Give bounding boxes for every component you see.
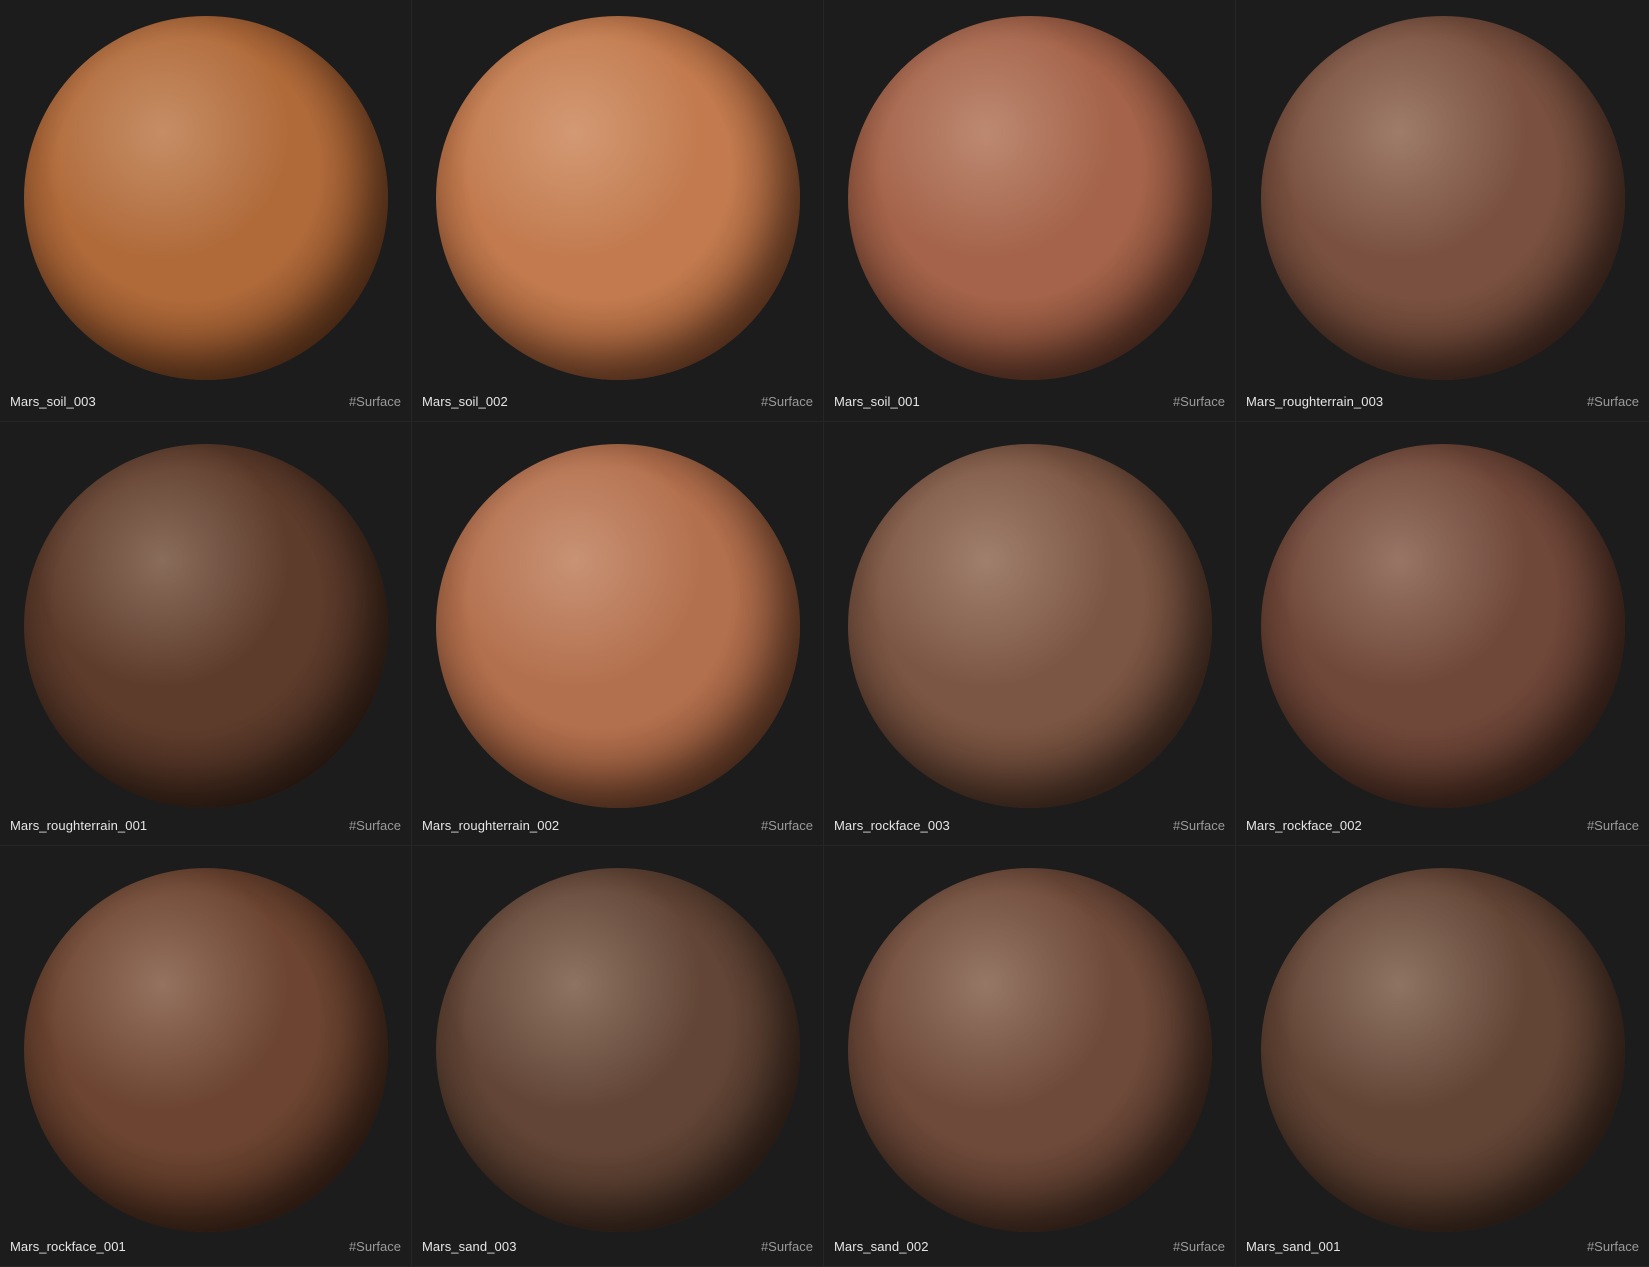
material-preview-sphere <box>23 444 388 808</box>
material-card[interactable]: Mars_sand_001 #Surface <box>1236 846 1649 1267</box>
material-card[interactable]: Mars_roughterrain_003 #Surface <box>1236 0 1649 422</box>
material-name: Mars_rockface_003 <box>834 818 950 833</box>
material-card[interactable]: Mars_soil_002 #Surface <box>412 0 824 422</box>
material-name: Mars_roughterrain_002 <box>422 818 560 833</box>
material-preview-sphere <box>23 868 388 1232</box>
material-name: Mars_rockface_002 <box>1246 818 1362 833</box>
material-preview-sphere <box>435 16 800 380</box>
material-name: Mars_soil_001 <box>834 394 920 409</box>
material-tag[interactable]: #Surface <box>349 818 401 833</box>
material-tag[interactable]: #Surface <box>1173 394 1225 409</box>
material-name: Mars_sand_001 <box>1246 1239 1341 1254</box>
material-preview-sphere <box>435 444 800 808</box>
material-preview-sphere <box>435 868 800 1232</box>
material-preview-sphere <box>847 16 1212 380</box>
material-card[interactable]: Mars_rockface_002 #Surface <box>1236 422 1649 846</box>
material-preview-sphere <box>1260 868 1625 1232</box>
material-card[interactable]: Mars_sand_003 #Surface <box>412 846 824 1267</box>
material-preview-sphere <box>23 16 388 380</box>
material-grid: Mars_soil_003 #Surface Mars_soil_002 #Su… <box>0 0 1649 1267</box>
material-name: Mars_soil_002 <box>422 394 508 409</box>
material-tag[interactable]: #Surface <box>1587 1239 1639 1254</box>
material-name: Mars_roughterrain_001 <box>10 818 148 833</box>
material-name: Mars_rockface_001 <box>10 1239 126 1254</box>
material-tag[interactable]: #Surface <box>1173 1239 1225 1254</box>
material-card[interactable]: Mars_soil_001 #Surface <box>824 0 1236 422</box>
material-name: Mars_soil_003 <box>10 394 96 409</box>
material-tag[interactable]: #Surface <box>1587 394 1639 409</box>
material-tag[interactable]: #Surface <box>1587 818 1639 833</box>
material-card[interactable]: Mars_sand_002 #Surface <box>824 846 1236 1267</box>
material-tag[interactable]: #Surface <box>761 1239 813 1254</box>
material-preview-sphere <box>1260 16 1625 380</box>
material-preview-sphere <box>847 868 1212 1232</box>
material-name: Mars_roughterrain_003 <box>1246 394 1384 409</box>
material-tag[interactable]: #Surface <box>1173 818 1225 833</box>
material-tag[interactable]: #Surface <box>761 394 813 409</box>
material-card[interactable]: Mars_soil_003 #Surface <box>0 0 412 422</box>
material-name: Mars_sand_003 <box>422 1239 517 1254</box>
material-preview-sphere <box>1260 444 1625 808</box>
material-card[interactable]: Mars_roughterrain_002 #Surface <box>412 422 824 846</box>
material-preview-sphere <box>847 444 1212 808</box>
material-tag[interactable]: #Surface <box>349 394 401 409</box>
material-tag[interactable]: #Surface <box>349 1239 401 1254</box>
material-card[interactable]: Mars_roughterrain_001 #Surface <box>0 422 412 846</box>
material-tag[interactable]: #Surface <box>761 818 813 833</box>
material-name: Mars_sand_002 <box>834 1239 929 1254</box>
material-card[interactable]: Mars_rockface_001 #Surface <box>0 846 412 1267</box>
material-card[interactable]: Mars_rockface_003 #Surface <box>824 422 1236 846</box>
